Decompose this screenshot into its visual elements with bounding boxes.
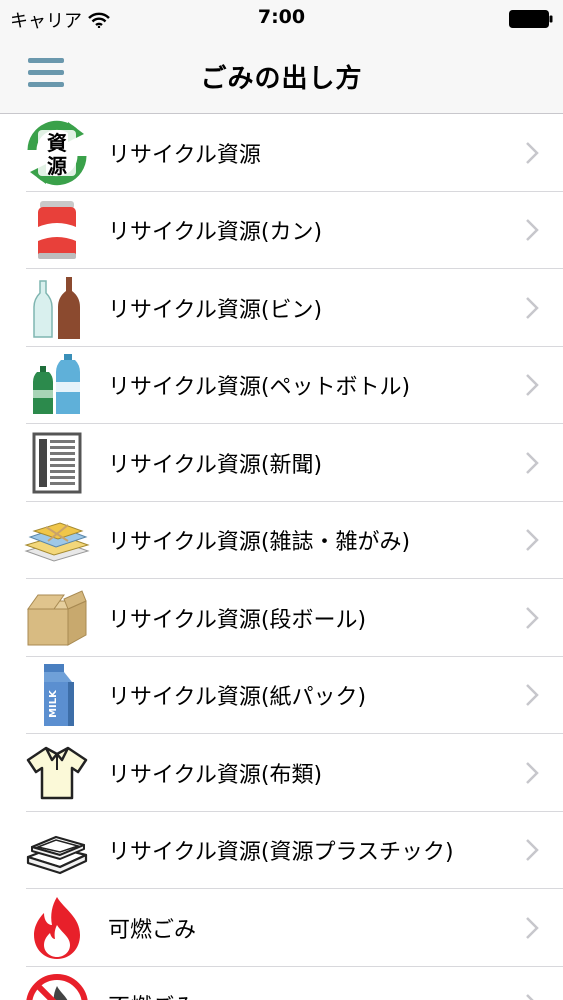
list-item-label: リサイクル資源 [108, 142, 261, 168]
list-item-label: リサイクル資源(雑誌・雑がみ) [108, 530, 411, 556]
magazine-icon [24, 507, 90, 573]
cardboard-box-icon [24, 585, 90, 651]
list-item-label: リサイクル資源(紙パック) [108, 685, 367, 711]
shirt-icon [24, 740, 90, 806]
list-item-label: リサイクル資源(布類) [108, 762, 323, 788]
chevron-right-icon [526, 374, 539, 397]
chevron-right-icon [526, 761, 539, 784]
list-item-plastic[interactable]: リサイクル資源(資源プラスチック) [0, 812, 563, 890]
list-item-cloth[interactable]: リサイクル資源(布類) [0, 734, 563, 812]
newspaper-icon [24, 430, 90, 496]
list-item-newspaper[interactable]: リサイクル資源(新聞) [0, 424, 563, 502]
list-item-label: リサイクル資源(ペットボトル) [108, 375, 411, 401]
list-item-pet-bottle[interactable]: リサイクル資源(ペットボトル) [0, 347, 563, 425]
recycle-resource-icon: 資 源 [24, 120, 90, 186]
fire-icon [24, 895, 90, 961]
list-item-magazine[interactable]: リサイクル資源(雑誌・雑がみ) [0, 502, 563, 580]
list-item-milk-carton[interactable]: MILK リサイクル資源(紙パック) [0, 657, 563, 735]
status-time: 7:00 [257, 6, 306, 28]
chevron-right-icon [526, 994, 534, 1000]
list-item-burnable[interactable]: 可燃ごみ [0, 889, 563, 967]
pet-bottle-icon [24, 352, 90, 418]
recycle-icon-text-bottom: 源 [47, 154, 67, 178]
chevron-right-icon [526, 296, 539, 319]
list-item-label: リサイクル資源(新聞) [108, 452, 323, 478]
can-icon [24, 197, 90, 263]
page-title: ごみの出し方 [200, 64, 363, 94]
list-item-label: リサイクル資源(資源プラスチック) [108, 840, 454, 866]
list-item-label: 不燃ごみ [108, 989, 196, 1000]
recycle-icon-text-top: 資 [47, 131, 67, 155]
list-item-label: リサイクル資源(カン) [108, 220, 323, 246]
plastic-tray-icon [24, 817, 90, 883]
chevron-right-icon [526, 606, 539, 629]
chevron-right-icon [526, 529, 539, 552]
chevron-right-icon [526, 839, 539, 862]
list-item-cardboard[interactable]: リサイクル資源(段ボール) [0, 579, 563, 657]
milk-carton-text: MILK [48, 689, 59, 718]
list-item-label: リサイクル資源(段ボール) [108, 607, 367, 633]
chevron-right-icon [526, 141, 539, 164]
garbage-category-list: 資 源 リサイクル資源 リサイクル資源(カン) リサイクル資源(ビン) リサイク… [0, 114, 563, 1000]
chevron-right-icon [526, 684, 539, 707]
list-item-bottle[interactable]: リサイクル資源(ビン) [0, 269, 563, 347]
battery-icon [509, 10, 553, 28]
list-item-can[interactable]: リサイクル資源(カン) [0, 192, 563, 270]
milk-carton-icon: MILK [24, 662, 90, 728]
bottle-icon [24, 275, 90, 341]
chevron-right-icon [526, 219, 539, 242]
no-burn-icon [24, 972, 90, 1000]
status-bar: キャリア 7:00 [0, 0, 563, 38]
list-item-label: 可燃ごみ [108, 917, 197, 943]
list-item-recycle[interactable]: 資 源 リサイクル資源 [0, 114, 563, 192]
chevron-right-icon [526, 451, 539, 474]
navigation-bar: ごみの出し方 [0, 38, 563, 114]
chevron-right-icon [526, 916, 539, 939]
list-item-label: リサイクル資源(ビン) [108, 297, 323, 323]
list-item-non-burnable[interactable]: 不燃ごみ [0, 967, 563, 1000]
